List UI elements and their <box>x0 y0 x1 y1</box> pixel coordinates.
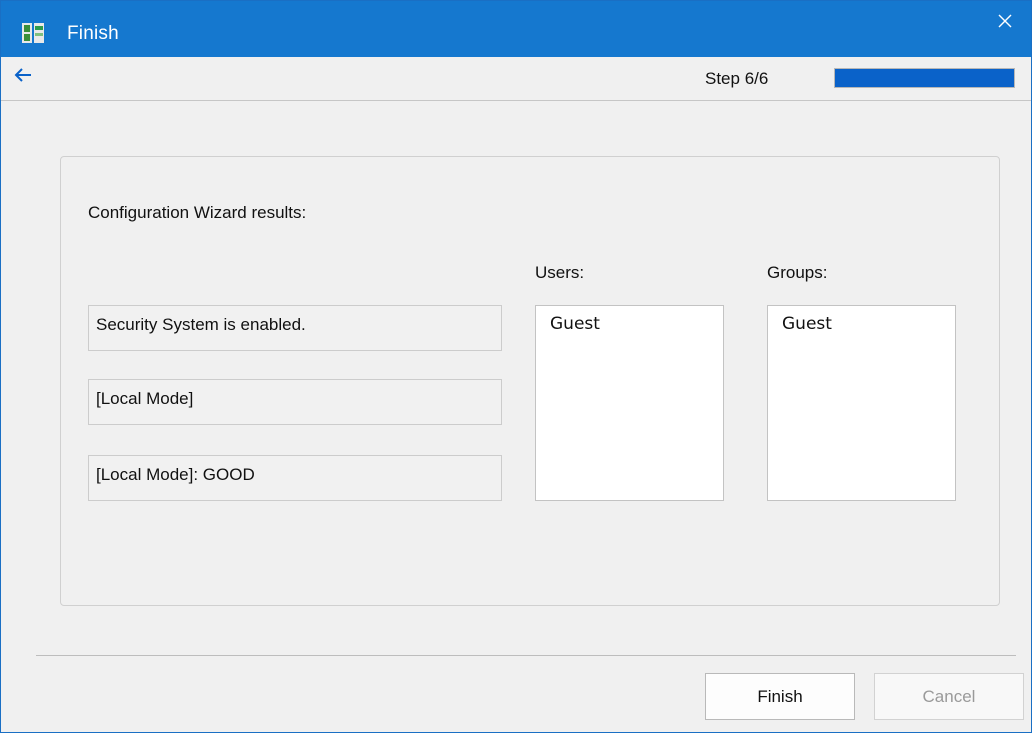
list-item[interactable]: Guest <box>536 306 723 334</box>
setup-wizard-icon <box>22 23 44 43</box>
list-item[interactable]: Guest <box>768 306 955 334</box>
mode-status-field: [Local Mode]: GOOD <box>88 455 502 501</box>
groups-label: Groups: <box>767 263 828 282</box>
wizard-nav-bar: Step 6/6 <box>1 57 1031 101</box>
window-title: Finish <box>67 23 119 44</box>
users-label: Users: <box>535 263 585 282</box>
finish-button[interactable]: Finish <box>705 673 855 720</box>
wizard-progress-bar <box>834 68 1015 88</box>
close-icon <box>998 14 1012 33</box>
mode-field: [Local Mode] <box>88 379 502 425</box>
groups-list[interactable]: Guest <box>767 305 956 501</box>
cancel-button: Cancel <box>874 673 1024 720</box>
close-button[interactable] <box>979 1 1031 45</box>
title-bar: Finish <box>1 1 1031 57</box>
footer-separator <box>36 655 1016 656</box>
step-indicator: Step 6/6 <box>705 69 769 88</box>
back-button[interactable] <box>13 65 43 87</box>
wizard-window: Finish Step 6/6 Configuration Wizard res… <box>0 0 1032 733</box>
users-list[interactable]: Guest <box>535 305 724 501</box>
back-arrow-icon <box>13 68 33 89</box>
results-heading: Configuration Wizard results: <box>88 203 307 222</box>
progress-fill <box>835 69 1014 87</box>
security-status-field: Security System is enabled. <box>88 305 502 351</box>
